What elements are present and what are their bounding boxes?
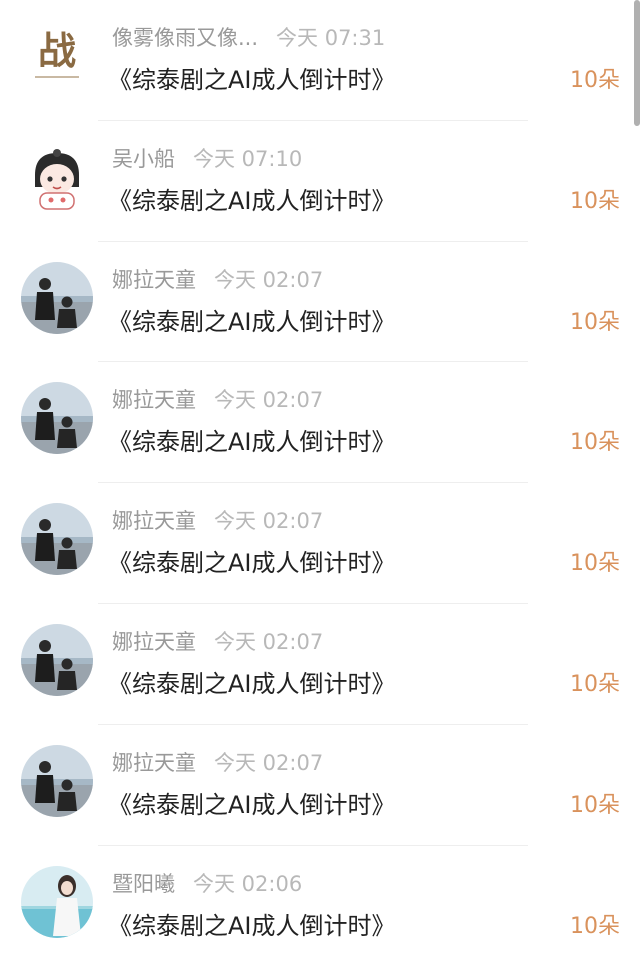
couple-photo-avatar-image xyxy=(21,382,93,455)
gift-amount: 10朵 xyxy=(570,188,620,214)
book-title[interactable]: 《综泰剧之AI成人倒计时》 xyxy=(108,543,396,583)
book-title[interactable]: 《综泰剧之AI成人倒计时》 xyxy=(108,906,396,946)
timestamp: 今天 02:07 xyxy=(214,509,324,534)
gift-amount: 10朵 xyxy=(570,551,620,577)
timestamp: 今天 02:07 xyxy=(214,267,324,292)
list-item[interactable]: 娜拉天童 今天 02:07 《综泰剧之AI成人倒计时》 10朵 xyxy=(0,725,640,846)
user-name[interactable]: 娜拉天童 xyxy=(112,625,196,659)
couple-photo-avatar-image xyxy=(21,623,93,696)
list-item[interactable]: 娜拉天童 今天 02:07 《综泰剧之AI成人倒计时》 10朵 xyxy=(0,362,640,484)
couple-photo-avatar-image xyxy=(21,744,93,817)
timestamp: 今天 02:06 xyxy=(193,871,303,896)
gift-amount: 10朵 xyxy=(570,68,620,93)
record-meta: 娜拉天童 今天 02:07 xyxy=(112,625,323,659)
scrollbar[interactable] xyxy=(634,0,640,126)
book-title[interactable]: 《综泰剧之AI成人倒计时》 xyxy=(108,302,396,342)
record-meta: 暨阳曦 今天 02:06 xyxy=(112,867,302,901)
gift-amount: 10朵 xyxy=(570,430,620,456)
avatar[interactable] xyxy=(21,140,93,213)
user-name[interactable]: 暨阳曦 xyxy=(112,867,175,901)
book-title[interactable]: 《综泰剧之AI成人倒计时》 xyxy=(108,181,396,221)
gift-amount: 10朵 xyxy=(570,309,620,335)
gift-record-list: 战 像雾像雨又像... 今天 07:31 《综泰剧之AI成人倒计时》 10朵 吴… xyxy=(0,0,640,966)
user-name[interactable]: 吴小船 xyxy=(112,142,175,176)
list-item[interactable]: 暨阳曦 今天 02:06 《综泰剧之AI成人倒计时》 10朵 xyxy=(0,846,640,966)
couple-photo-avatar-image xyxy=(21,261,93,334)
book-title[interactable]: 《综泰剧之AI成人倒计时》 xyxy=(108,664,396,704)
cartoon-girl-avatar-image xyxy=(21,140,93,213)
record-meta: 娜拉天童 今天 02:07 xyxy=(112,263,323,297)
couple-photo-avatar-image xyxy=(21,503,93,576)
user-name[interactable]: 娜拉天童 xyxy=(112,504,196,538)
record-meta: 娜拉天童 今天 02:07 xyxy=(112,746,323,780)
record-meta: 娜拉天童 今天 02:07 xyxy=(112,504,323,538)
gift-amount: 10朵 xyxy=(570,671,620,697)
record-meta: 娜拉天童 今天 02:07 xyxy=(112,383,323,417)
user-name[interactable]: 娜拉天童 xyxy=(112,383,196,417)
user-name[interactable]: 像雾像雨又像... xyxy=(112,21,258,55)
timestamp: 今天 07:31 xyxy=(276,26,386,50)
timestamp: 今天 02:07 xyxy=(214,388,324,413)
calligraphy-avatar-image: 战 xyxy=(21,20,93,92)
timestamp: 今天 02:07 xyxy=(214,750,324,775)
list-item[interactable]: 娜拉天童 今天 02:07 《综泰剧之AI成人倒计时》 10朵 xyxy=(0,242,640,363)
avatar[interactable] xyxy=(21,382,93,455)
list-item[interactable]: 娜拉天童 今天 02:07 《综泰剧之AI成人倒计时》 10朵 xyxy=(0,483,640,604)
user-name[interactable]: 娜拉天童 xyxy=(112,263,196,297)
user-name[interactable]: 娜拉天童 xyxy=(112,746,196,780)
book-title[interactable]: 《综泰剧之AI成人倒计时》 xyxy=(108,785,396,825)
record-meta: 吴小船 今天 07:10 xyxy=(112,142,302,176)
record-meta: 像雾像雨又像... 今天 07:31 xyxy=(112,21,385,55)
book-title[interactable]: 《综泰剧之AI成人倒计时》 xyxy=(108,422,396,462)
list-item[interactable]: 吴小船 今天 07:10 《综泰剧之AI成人倒计时》 10朵 xyxy=(0,121,640,242)
list-item[interactable]: 战 像雾像雨又像... 今天 07:31 《综泰剧之AI成人倒计时》 10朵 xyxy=(0,0,640,121)
avatar[interactable] xyxy=(21,623,93,696)
avatar[interactable] xyxy=(21,261,93,334)
avatar-logo-text: 战 xyxy=(38,28,76,73)
girl-photo-avatar-image xyxy=(21,865,93,938)
avatar[interactable] xyxy=(21,503,93,576)
gift-amount: 10朵 xyxy=(570,792,620,818)
avatar[interactable] xyxy=(21,865,93,938)
gift-amount: 10朵 xyxy=(570,913,620,939)
list-item[interactable]: 娜拉天童 今天 02:07 《综泰剧之AI成人倒计时》 10朵 xyxy=(0,604,640,725)
timestamp: 今天 02:07 xyxy=(214,629,324,654)
book-title[interactable]: 《综泰剧之AI成人倒计时》 xyxy=(108,60,396,100)
timestamp: 今天 07:10 xyxy=(193,146,303,171)
avatar[interactable]: 战 xyxy=(21,20,93,92)
avatar[interactable] xyxy=(21,744,93,817)
